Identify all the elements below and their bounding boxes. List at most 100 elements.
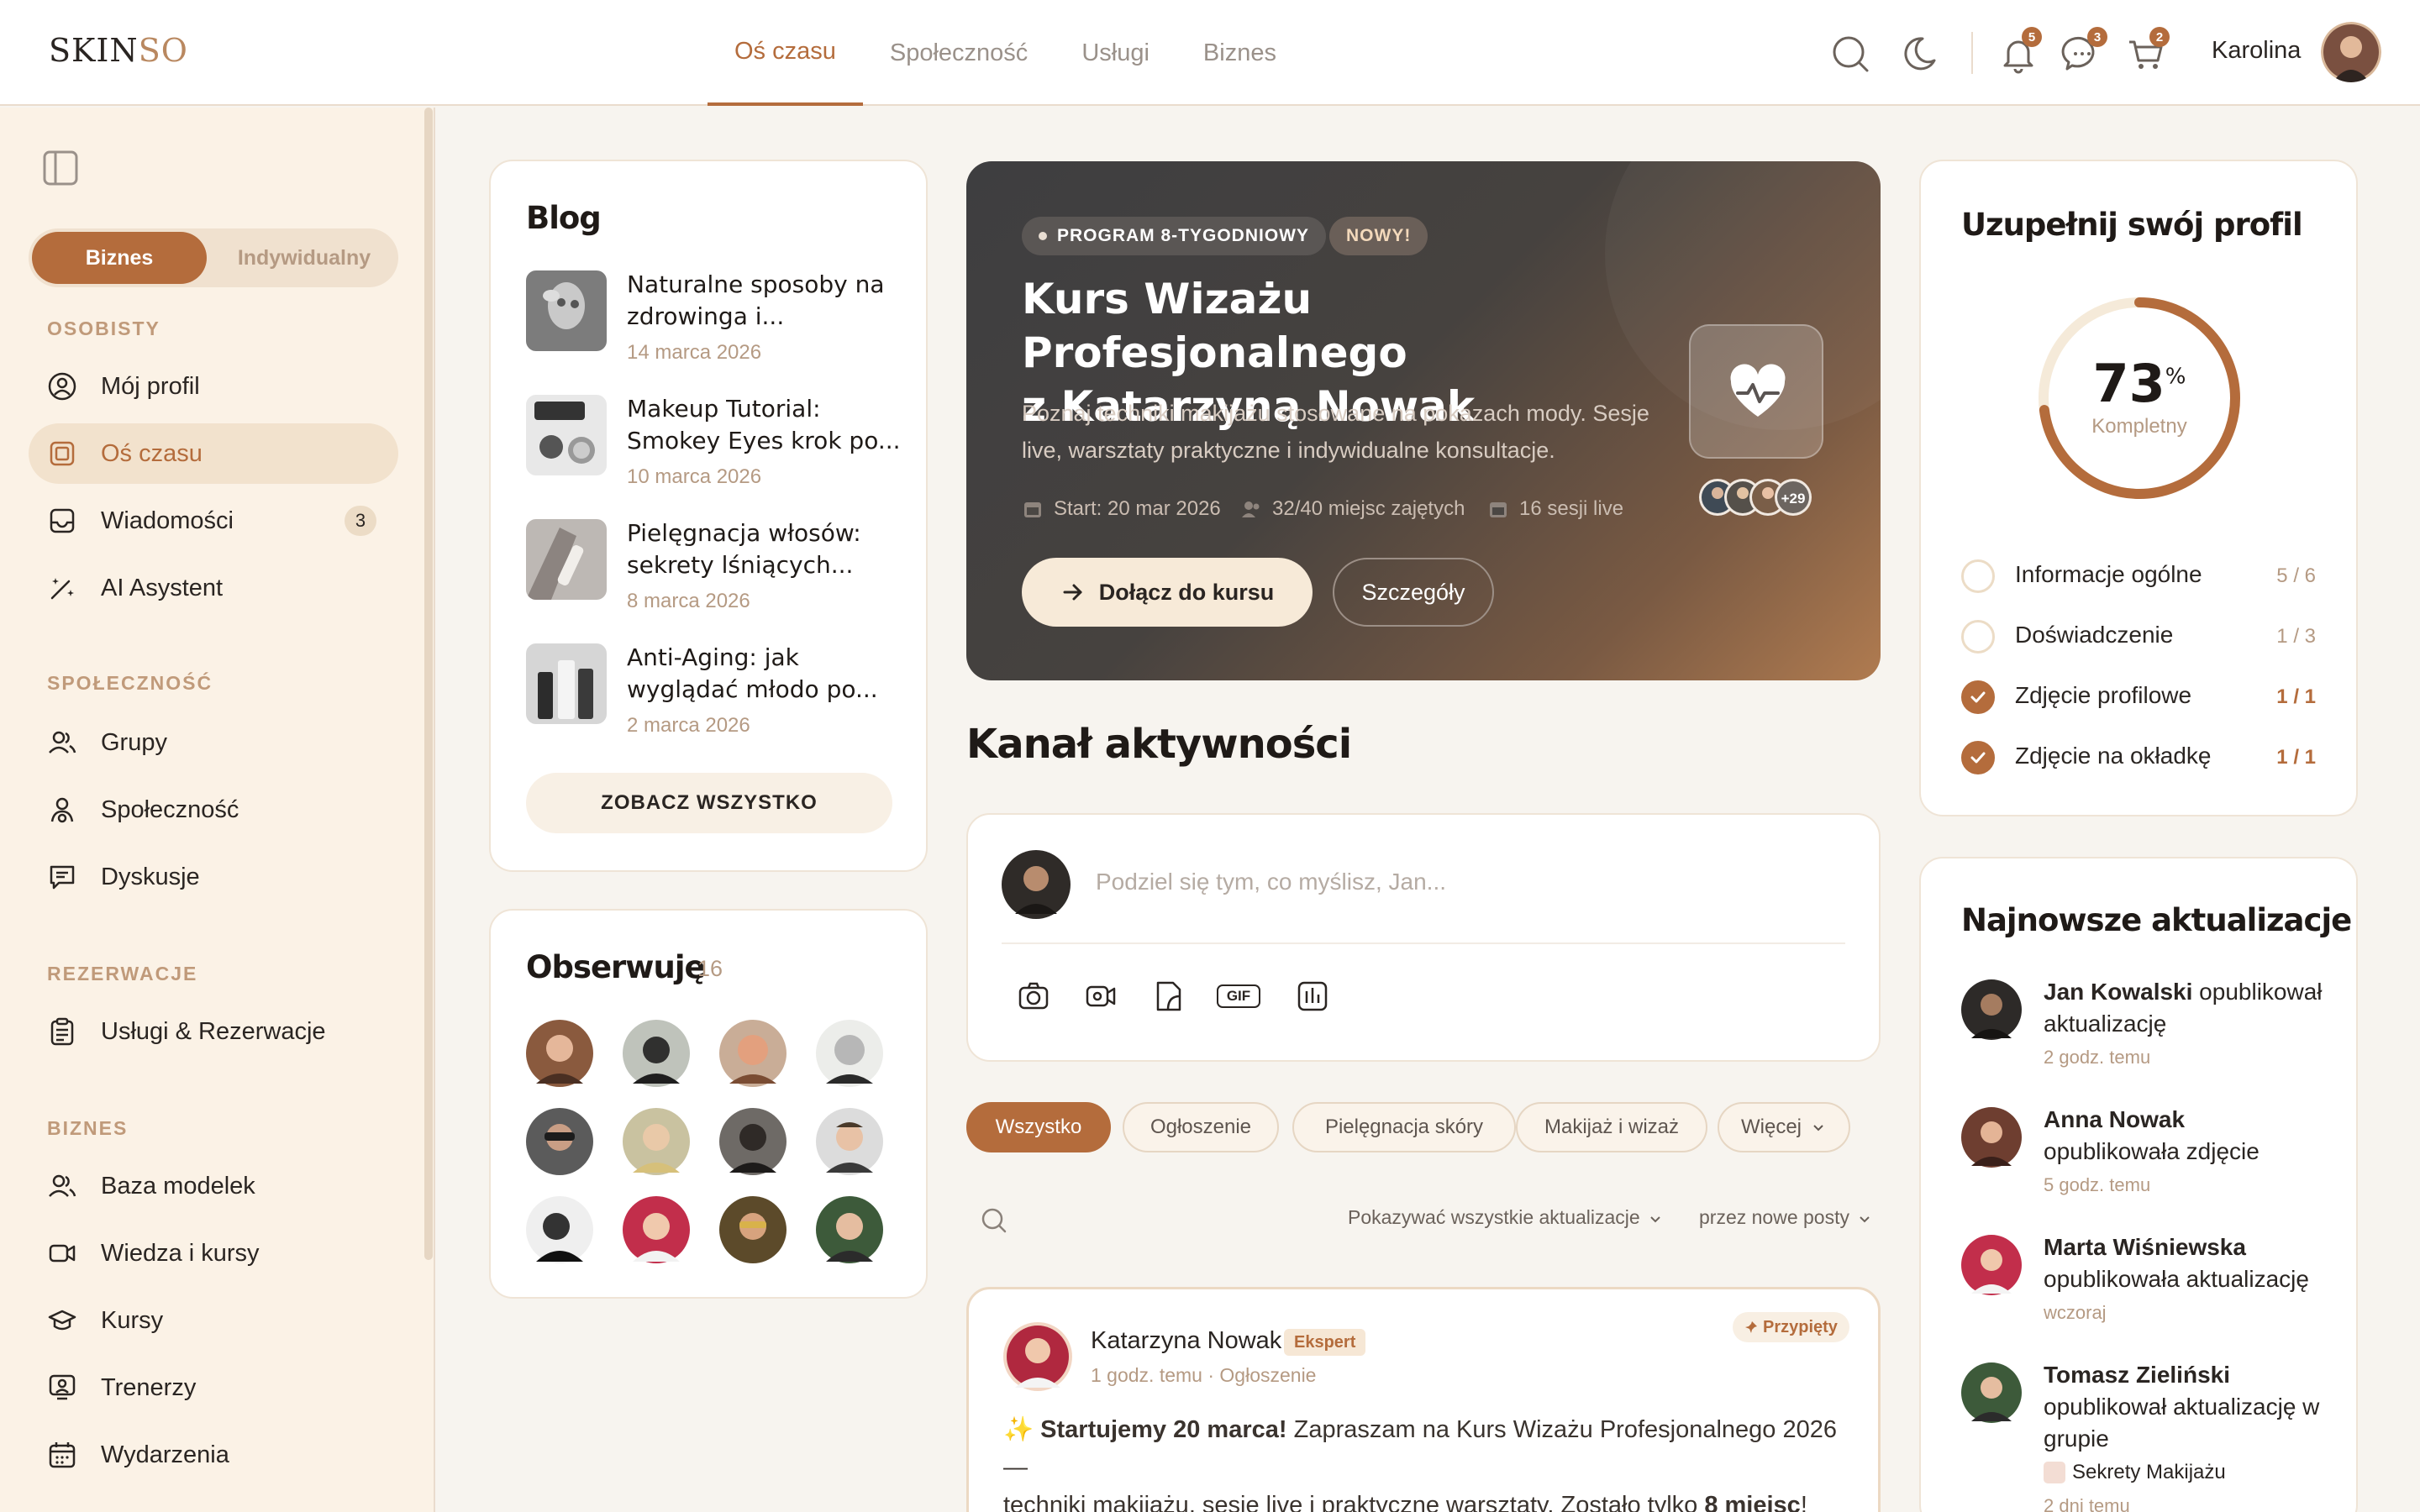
following-avatar[interactable] [526, 1196, 593, 1263]
following-avatar[interactable] [816, 1108, 883, 1175]
pinned-badge: Przypięty [1733, 1312, 1849, 1342]
chevron-down-icon [1813, 1125, 1823, 1131]
item-profile-photo[interactable]: Zdjęcie profilowe [2015, 682, 2191, 709]
filter-skincare[interactable]: Pielęgnacja skóry [1292, 1102, 1516, 1152]
sidebar-item-groups[interactable]: Grupy [29, 712, 398, 773]
camera-icon[interactable] [1017, 979, 1050, 1013]
sidebar-item-label: Usługi & Rezerwacje [101, 1017, 326, 1045]
item-general-info[interactable]: Informacje ogólne [2015, 561, 2202, 588]
following-avatar[interactable] [623, 1020, 690, 1087]
following-avatar[interactable] [623, 1108, 690, 1175]
composer-input[interactable]: Podziel się tym, co myślisz, Jan... [1096, 869, 1446, 895]
join-course-button[interactable]: Dołącz do kursu [1022, 558, 1313, 627]
search-icon[interactable] [980, 1206, 1008, 1235]
filter-more[interactable]: Więcej [1718, 1102, 1850, 1152]
sidebar-item-label: Wydarzenia [101, 1441, 229, 1468]
nav-tab-community[interactable]: Społeczność [863, 0, 1055, 106]
toggle-individual[interactable]: Indywidualny [220, 232, 388, 284]
following-count: 16 [697, 956, 723, 981]
hero-seats-text: 32/40 miejsc zajętych [1272, 497, 1465, 520]
user-avatar[interactable] [2321, 22, 2381, 82]
update-action: opublikował aktualizację w grupie [2044, 1394, 2320, 1452]
moon-icon[interactable] [1897, 32, 1941, 76]
sidebar-item-services[interactable]: Usługi & Rezerwacje [29, 1001, 398, 1062]
nav-tab-business[interactable]: Biznes [1176, 0, 1303, 106]
graduation-cap-icon [48, 1310, 76, 1331]
following-avatar[interactable] [526, 1108, 593, 1175]
sidebar-item-trainers[interactable]: Trenerzy [29, 1357, 398, 1418]
nav-tab-services[interactable]: Usługi [1055, 0, 1176, 106]
sidebar-item-ai-assistant[interactable]: AI Asystent [29, 558, 398, 618]
profile-completion-title: Uzupełnij swój profil [1961, 207, 2303, 243]
file-icon[interactable] [1151, 979, 1185, 1013]
sidebar-item-messages[interactable]: Wiadomości 3 [29, 491, 398, 551]
sidebar-scrollbar[interactable] [424, 108, 433, 1260]
post-author-name[interactable]: Katarzyna Nowak [1091, 1327, 1281, 1355]
sidebar-item-label: Baza modelek [101, 1172, 255, 1200]
users-icon [1242, 501, 1260, 517]
chevron-down-icon [1860, 1216, 1870, 1223]
following-avatar[interactable] [719, 1196, 786, 1263]
post-author-avatar[interactable] [1003, 1322, 1072, 1391]
expert-badge: Ekspert [1284, 1329, 1366, 1356]
group-thumbnail-icon [2044, 1461, 2065, 1483]
filter-announcement[interactable]: Ogłoszenie [1123, 1102, 1279, 1152]
following-avatar[interactable] [623, 1196, 690, 1263]
sidebar-collapse-icon[interactable] [42, 150, 79, 186]
blog-post[interactable]: Makeup Tutorial: Smokey Eyes krok po... … [526, 395, 901, 506]
logo[interactable]: SKINSO [49, 32, 188, 69]
gif-button[interactable]: GIF [1217, 984, 1260, 1008]
blog-post[interactable]: Anti-Aging: jak wyglądać młodo po... 2 m… [526, 643, 896, 754]
video-icon[interactable] [1084, 979, 1118, 1013]
sidebar-item-models[interactable]: Baza modelek [29, 1156, 398, 1216]
search-icon[interactable] [1828, 32, 1872, 76]
blog-thumbnail [526, 519, 607, 600]
filter-makeup[interactable]: Makijaż i wizaż [1516, 1102, 1707, 1152]
sidebar-item-discussions[interactable]: Dyskusje [29, 847, 398, 907]
blog-title: Blog [526, 200, 602, 236]
show-updates-dropdown[interactable]: Pokazywać wszystkie aktualizacje [1348, 1206, 1664, 1229]
sidebar-item-courses[interactable]: Kursy [29, 1290, 398, 1351]
sidebar-item-my-profile[interactable]: Mój profil [29, 356, 398, 417]
blog-post-title: Pielęgnacja włosów: sekrety lśniących... [627, 519, 861, 579]
see-all-button[interactable]: ZOBACZ WSZYSTKO [526, 773, 892, 833]
nav-tab-timeline[interactable]: Oś czasu [708, 0, 863, 106]
blog-post[interactable]: Pielęgnacja włosów: sekrety lśniących...… [526, 519, 896, 630]
pin-icon [1745, 1321, 1757, 1333]
poll-icon[interactable] [1296, 979, 1329, 1013]
header-divider [1971, 32, 1973, 74]
following-avatar[interactable] [526, 1020, 593, 1087]
following-avatar[interactable] [816, 1196, 883, 1263]
following-avatar[interactable] [719, 1020, 786, 1087]
item-experience[interactable]: Doświadczenie [2015, 622, 2173, 648]
item-experience-value: 1 / 3 [2276, 625, 2316, 648]
post-body: ✨ Startujemy 20 marca! Zapraszam na Kurs… [1003, 1411, 1852, 1512]
update-group[interactable]: Sekrety Makijażu [2072, 1461, 2226, 1483]
hero-start-date: Start: 20 mar 2026 [1022, 497, 1221, 521]
sidebar-item-community[interactable]: Społeczność [29, 780, 398, 840]
filter-all[interactable]: Wszystko [966, 1102, 1111, 1152]
blog-post[interactable]: Naturalne sposoby na zdrowinga i... 14 m… [526, 270, 896, 381]
update-avatar [1961, 1107, 2022, 1168]
sidebar-item-events[interactable]: Wydarzenia [29, 1425, 398, 1485]
post-lead: Startujemy 20 marca! [1040, 1416, 1287, 1443]
group-icon [49, 731, 76, 753]
following-avatar[interactable] [719, 1108, 786, 1175]
details-button[interactable]: Szczegóły [1333, 558, 1494, 627]
item-general-info-value: 5 / 6 [2276, 564, 2316, 587]
sidebar-item-knowledge[interactable]: Wiedza i kursy [29, 1223, 398, 1284]
toggle-business[interactable]: Biznes [32, 232, 207, 284]
program-pill-label: PROGRAM 8-TYGODNIOWY [1057, 226, 1310, 245]
update-name: Marta Wiśniewska [2044, 1234, 2246, 1260]
sidebar-item-timeline[interactable]: Oś czasu [29, 423, 398, 484]
filter-more-label: Więcej [1740, 1116, 1802, 1138]
user-name[interactable]: Karolina [2212, 37, 2301, 65]
item-cover-photo[interactable]: Zdjęcie na okładkę [2015, 743, 2211, 769]
sort-order-dropdown[interactable]: przez nowe posty [1699, 1206, 1873, 1229]
update-avatar [1961, 1235, 2022, 1295]
following-avatar[interactable] [816, 1020, 883, 1087]
post-text: ! [1800, 1492, 1807, 1512]
video-icon [49, 1244, 76, 1263]
sidebar-item-label: Trenerzy [101, 1373, 197, 1401]
sidebar-item-label: Kursy [101, 1306, 164, 1334]
